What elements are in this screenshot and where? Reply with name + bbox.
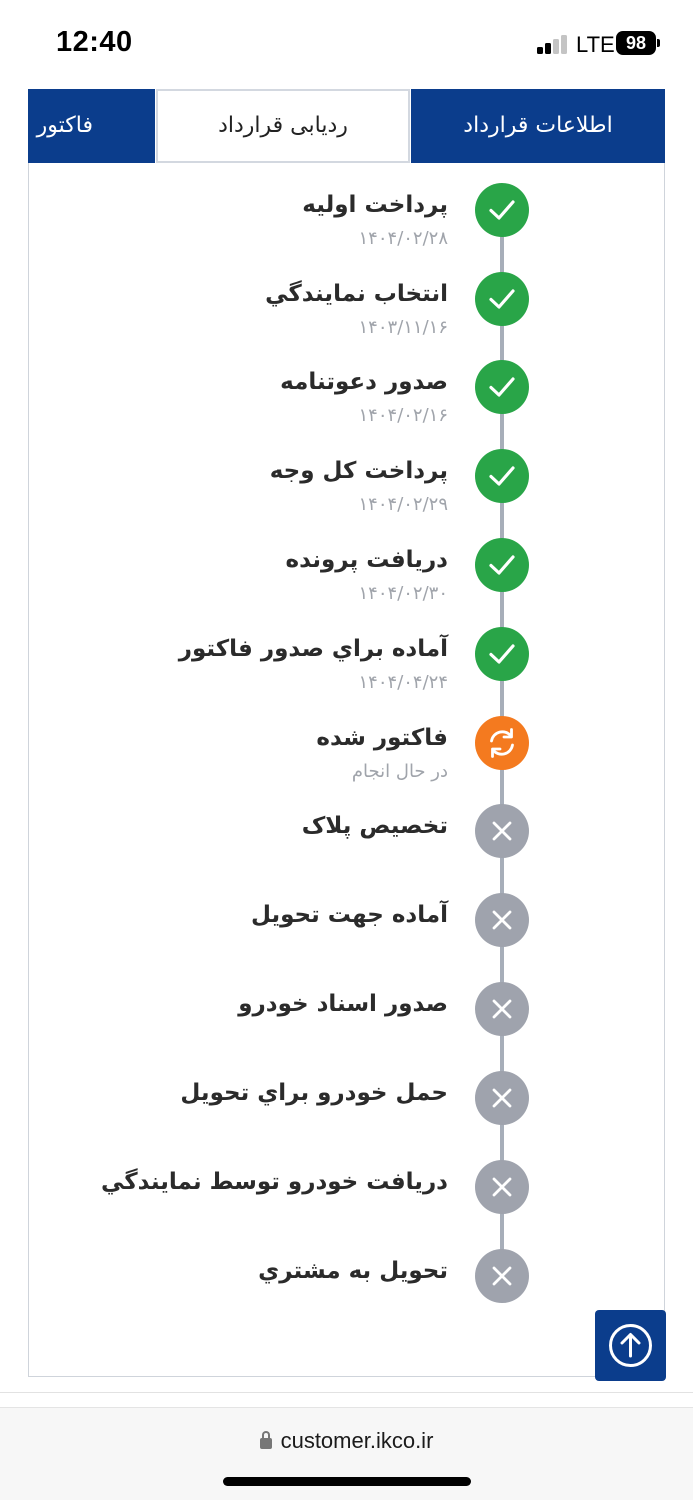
step-date: ۱۴۰۴/۰۲/۲۸ [358,228,448,249]
tab-invoice[interactable]: فاکتور [28,89,155,163]
content-bottom-divider [0,1392,693,1393]
timeline-step: صدور اسناد خودرو [0,982,693,1052]
timeline-step: آماده براي صدور فاکتور ۱۴۰۴/۰۴/۲۴ [0,627,693,697]
step-title: تخصیص پلاک [301,813,448,839]
timeline-step: صدور دعوتنامه ۱۴۰۴/۰۲/۱۶ [0,360,693,430]
timeline-step: انتخاب نمایندگي ۱۴۰۳/۱۱/۱۶ [0,272,693,342]
tab-contract-tracking[interactable]: ردیابی قرارداد [156,89,410,163]
network-type: LTE [576,32,615,57]
step-date: ۱۴۰۴/۰۲/۲۹ [358,494,448,515]
home-indicator[interactable] [223,1477,471,1486]
contract-tabs: اطلاعات قرارداد ردیابی قرارداد فاکتور [28,89,665,163]
cellular-signal-icon [537,34,567,54]
battery-icon: 98 [616,31,656,55]
battery-tip [657,39,660,47]
timeline-step-current: فاکتور شده در حال انجام [0,716,693,786]
step-title: صدور دعوتنامه [280,369,448,395]
step-title: صدور اسناد خودرو [238,991,448,1017]
lock-icon [259,1431,272,1449]
x-icon [475,1160,529,1214]
x-icon [475,982,529,1036]
check-icon [475,538,529,592]
step-title: پرداخت کل وجه [269,458,448,484]
arrow-up-circle-icon [609,1324,652,1367]
status-time: 12:40 [56,26,133,58]
x-icon [475,804,529,858]
timeline-step: تخصیص پلاک [0,804,693,874]
x-icon [475,893,529,947]
tab-contract-info[interactable]: اطلاعات قرارداد [411,89,665,163]
scroll-to-top-button[interactable] [595,1310,666,1381]
x-icon [475,1249,529,1303]
step-title: فاکتور شده [316,725,448,751]
url-display[interactable]: customer.ikco.ir [0,1428,693,1454]
check-icon [475,183,529,237]
timeline-step: حمل خودرو براي تحویل [0,1071,693,1141]
refresh-icon [475,716,529,770]
step-title: آماده براي صدور فاکتور [178,636,448,662]
url-text[interactable]: customer.ikco.ir [281,1428,434,1453]
step-title: آماده جهت تحویل [250,902,448,928]
step-title: دریافت خودرو توسط نمایندگي [100,1169,448,1195]
status-bar: 12:40 LTE 98 [0,0,693,88]
timeline-step: پرداخت کل وجه ۱۴۰۴/۰۲/۲۹ [0,449,693,519]
check-icon [475,449,529,503]
step-date: ۱۴۰۴/۰۴/۲۴ [358,672,448,693]
step-title: تحویل به مشتري [258,1258,448,1284]
timeline-step: تحویل به مشتري [0,1249,693,1319]
step-date: ۱۴۰۳/۱۱/۱۶ [358,317,448,338]
step-title: حمل خودرو براي تحویل [180,1080,448,1106]
timeline-step: دریافت پرونده ۱۴۰۴/۰۲/۳۰ [0,538,693,608]
x-icon [475,1071,529,1125]
step-date: ۱۴۰۴/۰۲/۱۶ [358,405,448,426]
timeline-step: دریافت خودرو توسط نمایندگي [0,1160,693,1230]
check-icon [475,360,529,414]
step-status: در حال انجام [351,761,448,782]
step-title: انتخاب نمایندگي [265,281,448,307]
step-date: ۱۴۰۴/۰۲/۳۰ [358,583,448,604]
check-icon [475,627,529,681]
timeline-step: آماده جهت تحویل [0,893,693,963]
timeline-step: پرداخت اولیه ۱۴۰۴/۰۲/۲۸ [0,183,693,253]
step-title: پرداخت اولیه [302,192,448,218]
check-icon [475,272,529,326]
step-title: دریافت پرونده [285,547,448,573]
